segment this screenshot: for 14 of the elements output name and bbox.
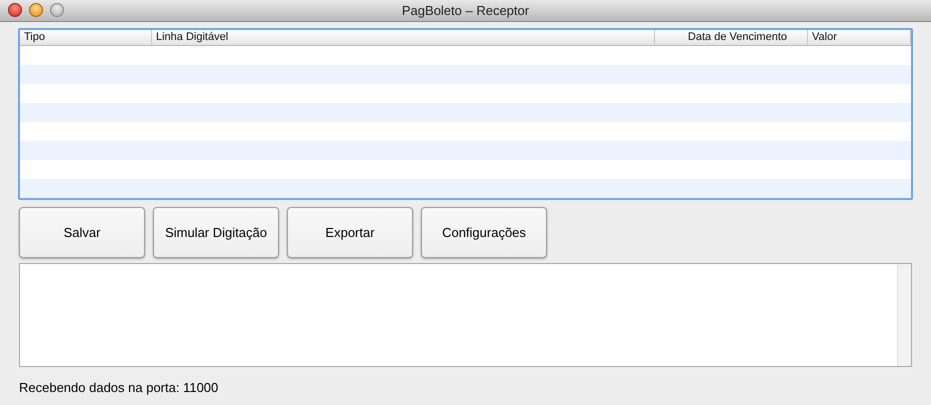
window-title: PagBoleto – Receptor xyxy=(402,2,530,20)
column-header[interactable]: Data de Vencimento xyxy=(688,30,787,46)
action-button[interactable]: Simular Digitação xyxy=(153,207,279,258)
column-header[interactable]: Valor xyxy=(812,30,837,46)
close-icon[interactable] xyxy=(8,3,22,17)
status-text: Recebendo dados na porta: 11000 xyxy=(19,380,218,395)
zoom-icon[interactable] xyxy=(50,3,64,17)
action-button[interactable]: Salvar xyxy=(19,207,145,258)
minimize-icon[interactable] xyxy=(29,3,43,17)
log-text-area[interactable] xyxy=(19,263,912,367)
column-header[interactable]: Tipo xyxy=(24,30,45,46)
action-button[interactable]: Configurações xyxy=(421,207,547,258)
column-header[interactable]: Linha Digitável xyxy=(156,30,228,46)
action-button[interactable]: Exportar xyxy=(287,207,413,258)
